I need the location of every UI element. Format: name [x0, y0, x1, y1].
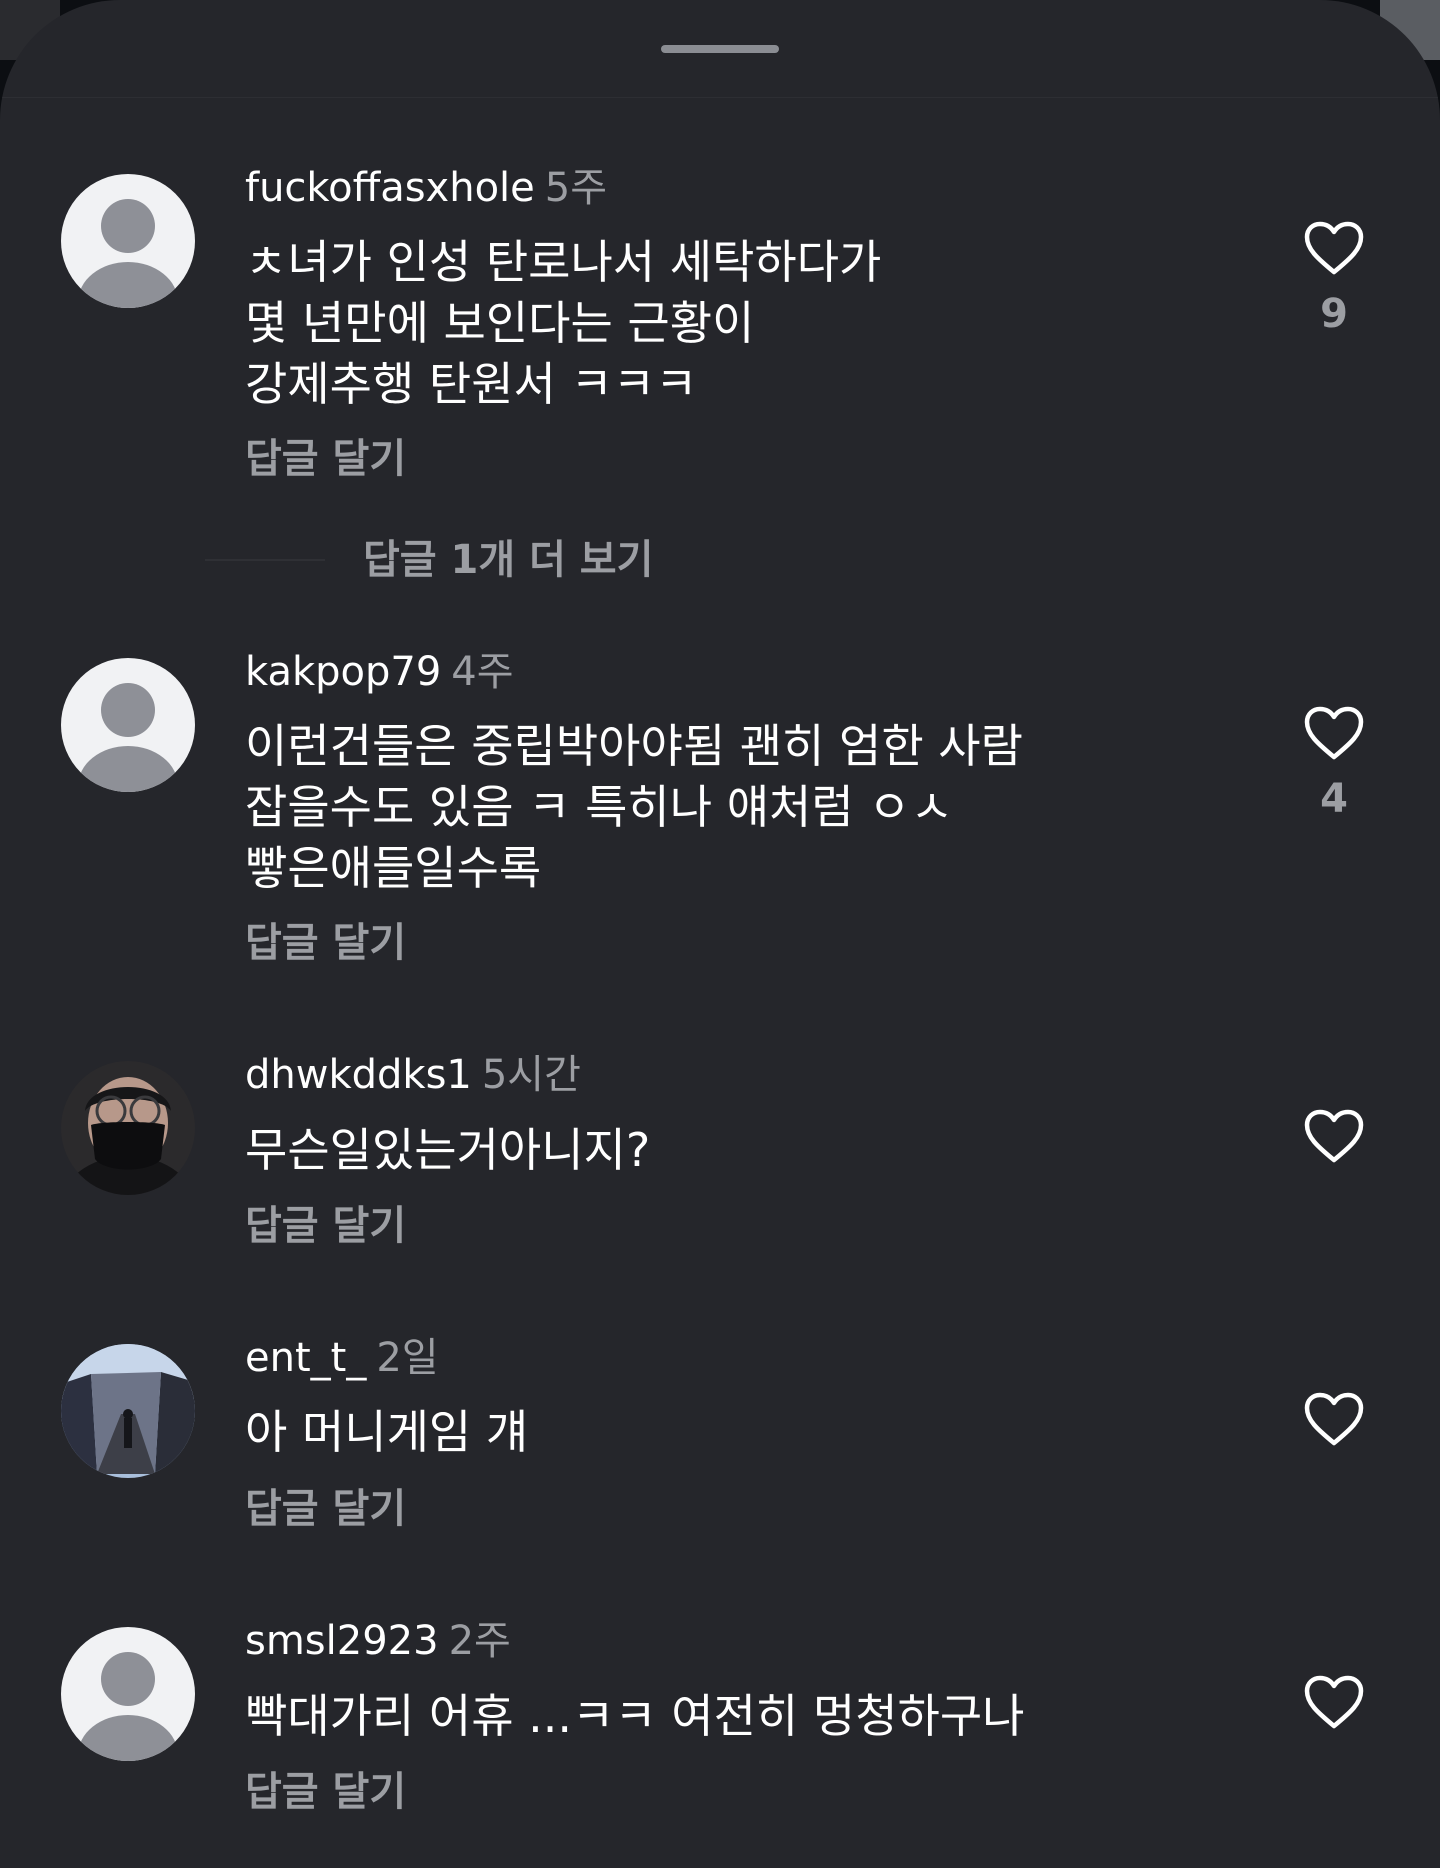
header-divider	[0, 97, 1440, 98]
reply-button[interactable]: 답글 달기	[245, 1767, 406, 1817]
comment-text: 빡대가리 어휴 ...ㅋㅋ 여전히 멍청하구나	[245, 1689, 1025, 1743]
heart-outline-icon	[1304, 1109, 1364, 1163]
comment-text: 이런건들은 중립박아야됨 괜히 엄한 사람 잡을수도 있음 ㅋ 특히나 얘처럼 …	[245, 719, 1023, 895]
like-button[interactable]: 4	[1300, 705, 1368, 823]
avatar[interactable]	[61, 1061, 195, 1195]
username[interactable]: ent_t_	[245, 1335, 366, 1381]
timestamp: 4주	[451, 649, 514, 695]
comment-meta: fuckoffasxhole 5주	[245, 163, 607, 213]
default-avatar-icon	[61, 174, 195, 308]
heart-outline-icon	[1304, 1675, 1364, 1729]
username[interactable]: smsl2923	[245, 1618, 439, 1664]
comment-meta: ent_t_ 2일	[245, 1333, 439, 1383]
username[interactable]: kakpop79	[245, 649, 441, 695]
drag-handle[interactable]	[661, 45, 779, 53]
comment-text: 무슨일있는거아니지?	[245, 1123, 651, 1177]
default-avatar-icon	[61, 1627, 195, 1761]
comment-text: 아 머니게임 걔	[245, 1405, 529, 1459]
comment-meta: smsl2923 2주	[245, 1616, 511, 1666]
like-button[interactable]	[1300, 1108, 1368, 1178]
view-more-replies-label: 답글 1개 더 보기	[363, 537, 654, 583]
username[interactable]: dhwkddks1	[245, 1052, 472, 1098]
timestamp: 2주	[448, 1618, 511, 1664]
avatar[interactable]	[61, 658, 195, 792]
reply-button[interactable]: 답글 달기	[245, 1484, 406, 1534]
comment-meta: dhwkddks1 5시간	[245, 1050, 581, 1100]
heart-outline-icon	[1304, 221, 1364, 275]
replies-connector-line	[205, 559, 325, 561]
like-count: 4	[1320, 776, 1348, 822]
comment-text: ㅊ녀가 인성 탄로나서 세탁하다가 몇 년만에 보인다는 근황이 강제추행 탄원…	[245, 235, 882, 411]
username[interactable]: fuckoffasxhole	[245, 165, 535, 211]
like-count: 9	[1320, 291, 1348, 337]
avatar[interactable]	[61, 1627, 195, 1761]
masked-person-avatar-icon	[61, 1061, 195, 1195]
like-button[interactable]: 9	[1300, 220, 1368, 338]
heart-outline-icon	[1304, 706, 1364, 760]
street-photo-avatar-icon	[61, 1344, 195, 1478]
reply-button[interactable]: 답글 달기	[245, 434, 406, 484]
timestamp: 5시간	[481, 1052, 581, 1098]
reply-button[interactable]: 답글 달기	[245, 1201, 406, 1251]
default-avatar-icon	[61, 658, 195, 792]
heart-outline-icon	[1304, 1392, 1364, 1446]
reply-button[interactable]: 답글 달기	[245, 918, 406, 968]
avatar[interactable]	[61, 1344, 195, 1478]
comments-sheet: fuckoffasxhole 5주 ㅊ녀가 인성 탄로나서 세탁하다가 몇 년만에…	[0, 0, 1440, 1868]
avatar[interactable]	[61, 174, 195, 308]
timestamp: 5주	[544, 165, 608, 211]
comment-meta: kakpop79 4주	[245, 647, 514, 697]
timestamp: 2일	[376, 1335, 439, 1381]
like-button[interactable]	[1300, 1674, 1368, 1744]
like-button[interactable]	[1300, 1391, 1368, 1461]
